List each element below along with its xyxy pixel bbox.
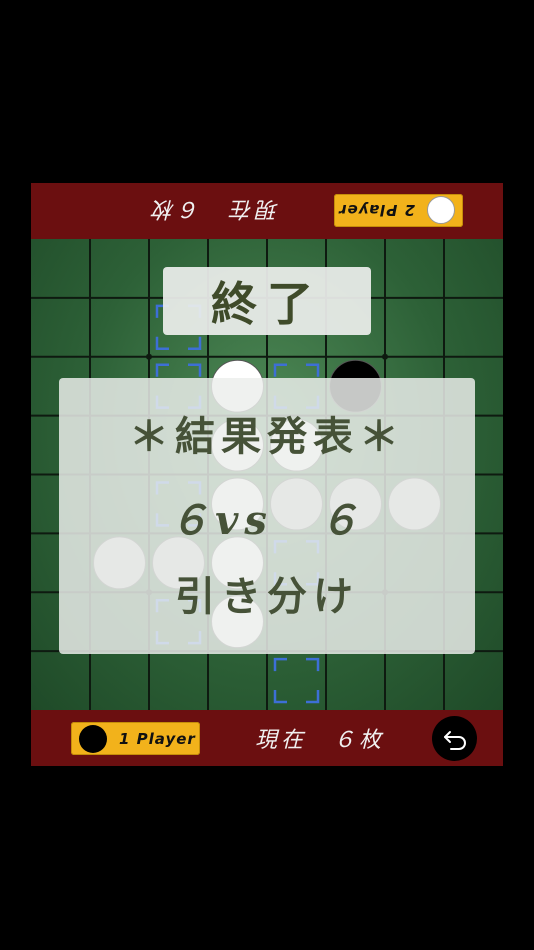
player-2-count: 現在 ６枚 <box>148 196 279 221</box>
star-point <box>146 353 152 360</box>
game-over-title: 終了 <box>211 277 323 331</box>
result-panel: ＊結果発表＊ ６vs ６ 引き分け <box>59 378 475 654</box>
undo-button[interactable] <box>432 716 477 761</box>
result-heading: ＊結果発表＊ <box>129 413 405 460</box>
player-1-label: 1 Player <box>119 729 196 748</box>
black-disc-icon <box>79 724 107 753</box>
player-2-tag: 2 Player <box>334 194 463 227</box>
result-score: ６vs ６ <box>169 497 365 544</box>
player-1-tag: 1 Player <box>71 722 200 755</box>
star-point <box>382 353 388 360</box>
game-over-banner: 終了 <box>163 267 371 335</box>
undo-icon <box>443 730 466 750</box>
top-player-bar-inner: 2 Player 現在 ６枚 <box>31 183 503 239</box>
move-hint-marker[interactable] <box>273 657 320 704</box>
player-2-label: 2 Player <box>338 201 415 220</box>
white-disc-icon <box>427 196 455 225</box>
bottom-player-bar: 1 Player 現在 ６枚 <box>31 710 503 766</box>
player-1-count: 現在 ６枚 <box>255 728 386 753</box>
result-outcome: 引き分け <box>175 573 359 620</box>
top-player-bar: 2 Player 現在 ６枚 <box>31 183 503 239</box>
